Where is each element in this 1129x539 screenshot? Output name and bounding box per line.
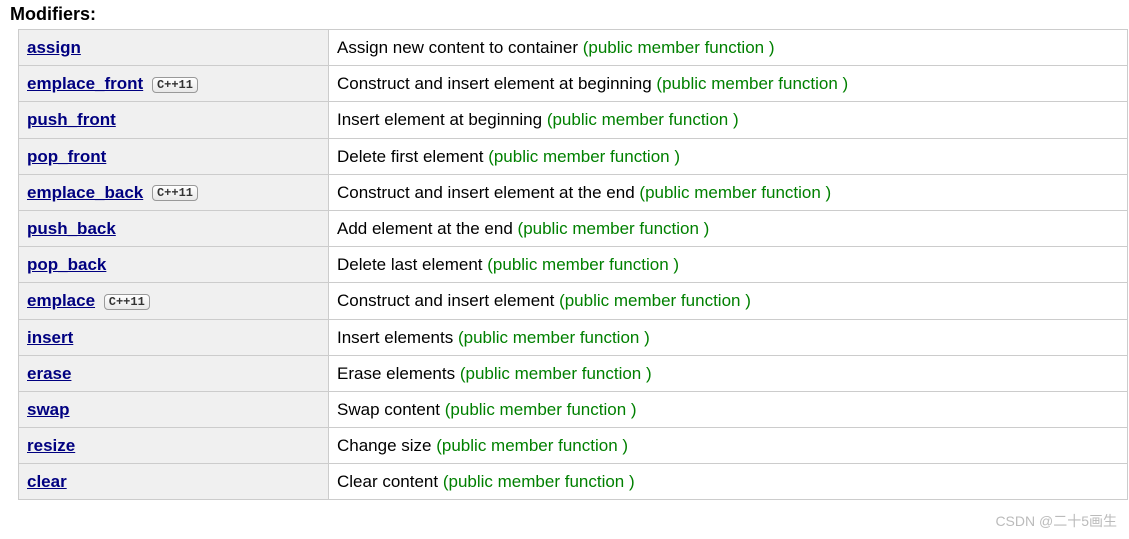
function-link-emplace_front[interactable]: emplace_front — [27, 74, 143, 93]
table-row: pop_front Delete first element (public me… — [19, 138, 1128, 174]
table-row: emplace_back C++11Construct and insert e… — [19, 174, 1128, 210]
table-row: resize Change size (public member functio… — [19, 428, 1128, 464]
function-desc-cell: Construct and insert element (public mem… — [329, 283, 1128, 319]
function-link-push_back[interactable]: push_back — [27, 219, 116, 238]
function-desc-text: Insert elements — [337, 328, 458, 347]
function-name-cell: assign — [19, 30, 329, 66]
table-row: emplace C++11Construct and insert elemen… — [19, 283, 1128, 319]
function-name-cell: clear — [19, 464, 329, 500]
annotation-label: (public member function ) — [656, 74, 848, 93]
function-name-cell: push_back — [19, 210, 329, 246]
function-desc-cell: Erase elements (public member function ) — [329, 355, 1128, 391]
function-desc-text: Swap content — [337, 400, 445, 419]
function-desc-cell: Construct and insert element at beginnin… — [329, 66, 1128, 102]
function-name-cell: emplace C++11 — [19, 283, 329, 319]
annotation-label: (public member function ) — [518, 219, 710, 238]
annotation-label: (public member function ) — [445, 400, 637, 419]
function-link-insert[interactable]: insert — [27, 328, 73, 347]
annotation-label: (public member function ) — [487, 255, 679, 274]
function-desc-cell: Delete last element (public member funct… — [329, 247, 1128, 283]
table-row: erase Erase elements (public member funct… — [19, 355, 1128, 391]
function-link-push_front[interactable]: push_front — [27, 110, 116, 129]
function-desc-text: Delete first element — [337, 147, 488, 166]
annotation-label: (public member function ) — [547, 110, 739, 129]
cpp11-badge-icon: C++11 — [152, 185, 198, 201]
function-link-resize[interactable]: resize — [27, 436, 75, 455]
function-desc-text: Assign new content to container — [337, 38, 583, 57]
function-desc-cell: Add element at the end (public member fu… — [329, 210, 1128, 246]
function-desc-text: Construct and insert element — [337, 291, 559, 310]
function-desc-text: Add element at the end — [337, 219, 518, 238]
annotation-label: (public member function ) — [458, 328, 650, 347]
table-row: assign Assign new content to container (p… — [19, 30, 1128, 66]
function-link-pop_back[interactable]: pop_back — [27, 255, 106, 274]
watermark: CSDN @二十5画生 — [995, 511, 1117, 531]
function-desc-cell: Assign new content to container (public … — [329, 30, 1128, 66]
function-desc-text: Construct and insert element at beginnin… — [337, 74, 656, 93]
table-row: push_front Insert element at beginning (p… — [19, 102, 1128, 138]
function-link-emplace[interactable]: emplace — [27, 291, 95, 310]
table-row: insert Insert elements (public member fun… — [19, 319, 1128, 355]
annotation-label: (public member function ) — [583, 38, 775, 57]
cpp11-badge-icon: C++11 — [152, 77, 198, 93]
function-name-cell: emplace_front C++11 — [19, 66, 329, 102]
table-row: push_back Add element at the end (public … — [19, 210, 1128, 246]
annotation-label: (public member function ) — [443, 472, 635, 491]
table-row: emplace_front C++11 Construct and insert … — [19, 66, 1128, 102]
annotation-label: (public member function ) — [559, 291, 751, 310]
function-link-swap[interactable]: swap — [27, 400, 70, 419]
function-link-clear[interactable]: clear — [27, 472, 67, 491]
function-desc-text: Construct and insert element at the end — [337, 183, 639, 202]
function-desc-cell: Construct and insert element at the end … — [329, 174, 1128, 210]
function-name-cell: erase — [19, 355, 329, 391]
modifiers-tbody: assign Assign new content to container (p… — [19, 30, 1128, 500]
function-link-pop_front[interactable]: pop_front — [27, 147, 106, 166]
function-link-emplace_back[interactable]: emplace_back — [27, 183, 143, 202]
function-name-cell: pop_back — [19, 247, 329, 283]
function-desc-cell: Clear content (public member function ) — [329, 464, 1128, 500]
annotation-label: (public member function ) — [488, 147, 680, 166]
annotation-label: (public member function ) — [639, 183, 831, 202]
function-desc-text: Erase elements — [337, 364, 460, 383]
table-row: swap Swap content (public member function… — [19, 391, 1128, 427]
function-desc-text: Insert element at beginning — [337, 110, 547, 129]
function-desc-cell: Change size (public member function ) — [329, 428, 1128, 464]
table-row: clear Clear content (public member functi… — [19, 464, 1128, 500]
function-desc-cell: Delete first element (public member func… — [329, 138, 1128, 174]
section-title: Modifiers: — [8, 4, 1121, 25]
function-name-cell: pop_front — [19, 138, 329, 174]
table-row: pop_back Delete last element (public memb… — [19, 247, 1128, 283]
function-desc-cell: Swap content (public member function ) — [329, 391, 1128, 427]
function-name-cell: insert — [19, 319, 329, 355]
cpp11-badge-icon: C++11 — [104, 294, 150, 310]
function-name-cell: emplace_back C++11 — [19, 174, 329, 210]
function-link-assign[interactable]: assign — [27, 38, 81, 57]
function-desc-cell: Insert elements (public member function … — [329, 319, 1128, 355]
annotation-label: (public member function ) — [436, 436, 628, 455]
function-name-cell: resize — [19, 428, 329, 464]
function-name-cell: push_front — [19, 102, 329, 138]
function-desc-text: Delete last element — [337, 255, 487, 274]
modifiers-table: assign Assign new content to container (p… — [18, 29, 1128, 500]
function-link-erase[interactable]: erase — [27, 364, 71, 383]
function-desc-text: Change size — [337, 436, 436, 455]
function-desc-cell: Insert element at beginning (public memb… — [329, 102, 1128, 138]
function-desc-text: Clear content — [337, 472, 443, 491]
annotation-label: (public member function ) — [460, 364, 652, 383]
function-name-cell: swap — [19, 391, 329, 427]
